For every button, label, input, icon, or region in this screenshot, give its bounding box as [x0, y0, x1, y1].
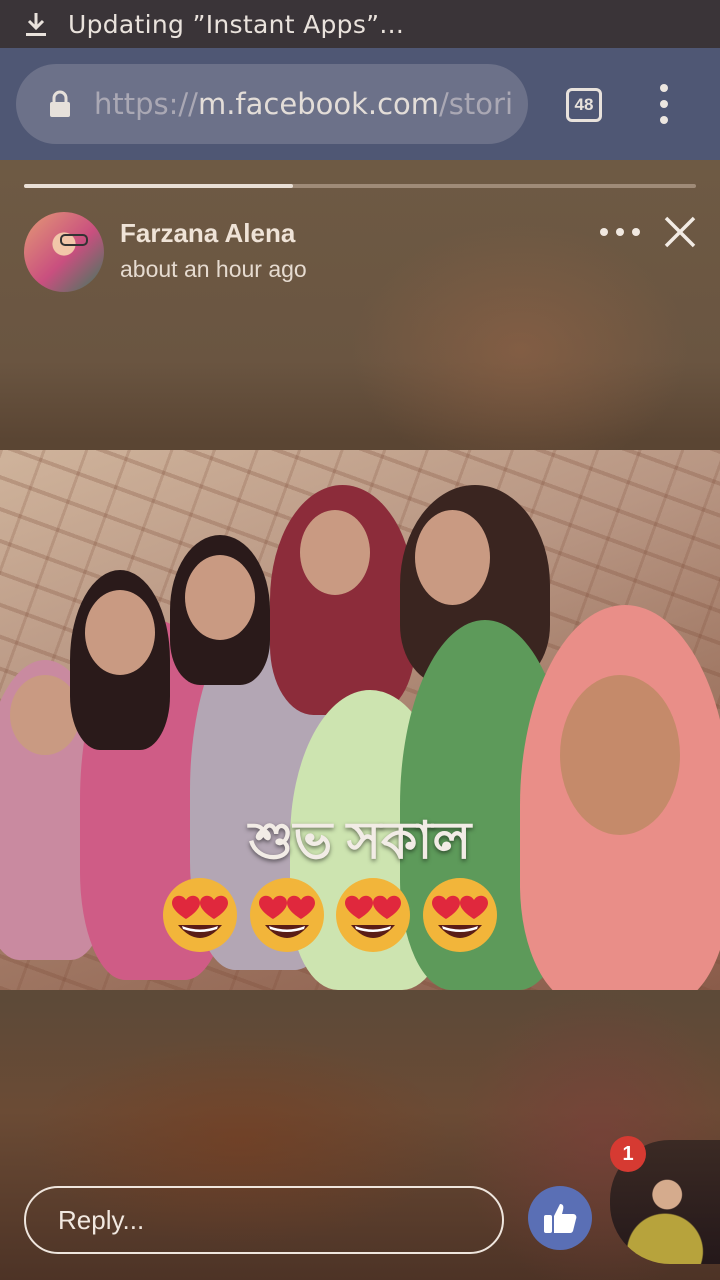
- thumbs-up-icon: [544, 1204, 577, 1233]
- reply-input[interactable]: Reply...: [24, 1186, 504, 1254]
- heart-eyes-emoji-icon: [160, 875, 240, 955]
- status-bar: Updating ”Instant Apps”...: [0, 0, 720, 48]
- lock-icon: [48, 89, 72, 119]
- emoji-row: [160, 875, 500, 957]
- download-icon: [22, 9, 50, 39]
- story-viewer[interactable]: Farzana Alena about an hour ago শুভ সকাল…: [0, 160, 720, 1280]
- url-text: https://m.facebook.com/storie: [94, 87, 514, 121]
- poster-avatar[interactable]: [24, 212, 104, 292]
- more-options-button[interactable]: [600, 224, 640, 240]
- browser-toolbar: https://m.facebook.com/storie 48: [0, 48, 720, 160]
- like-button[interactable]: [528, 1186, 592, 1250]
- poster-name[interactable]: Farzana Alena: [120, 218, 295, 249]
- notification-badge: 1: [610, 1136, 646, 1172]
- story-progress-bar: [24, 184, 696, 188]
- story-caption: শুভ সকাল: [248, 812, 472, 870]
- heart-eyes-emoji-icon: [247, 875, 327, 955]
- story-progress-fill: [24, 184, 293, 188]
- heart-eyes-emoji-icon: [333, 875, 413, 955]
- close-icon[interactable]: [662, 214, 698, 250]
- status-text: Updating ”Instant Apps”...: [68, 9, 405, 39]
- overflow-menu-button[interactable]: [650, 84, 678, 124]
- story-photo: শুভ সকাল: [0, 450, 720, 990]
- heart-eyes-emoji-icon: [420, 875, 500, 955]
- posted-time: about an hour ago: [120, 256, 307, 282]
- address-bar[interactable]: https://m.facebook.com/storie: [16, 64, 528, 144]
- tab-switcher-button[interactable]: 48: [566, 88, 602, 122]
